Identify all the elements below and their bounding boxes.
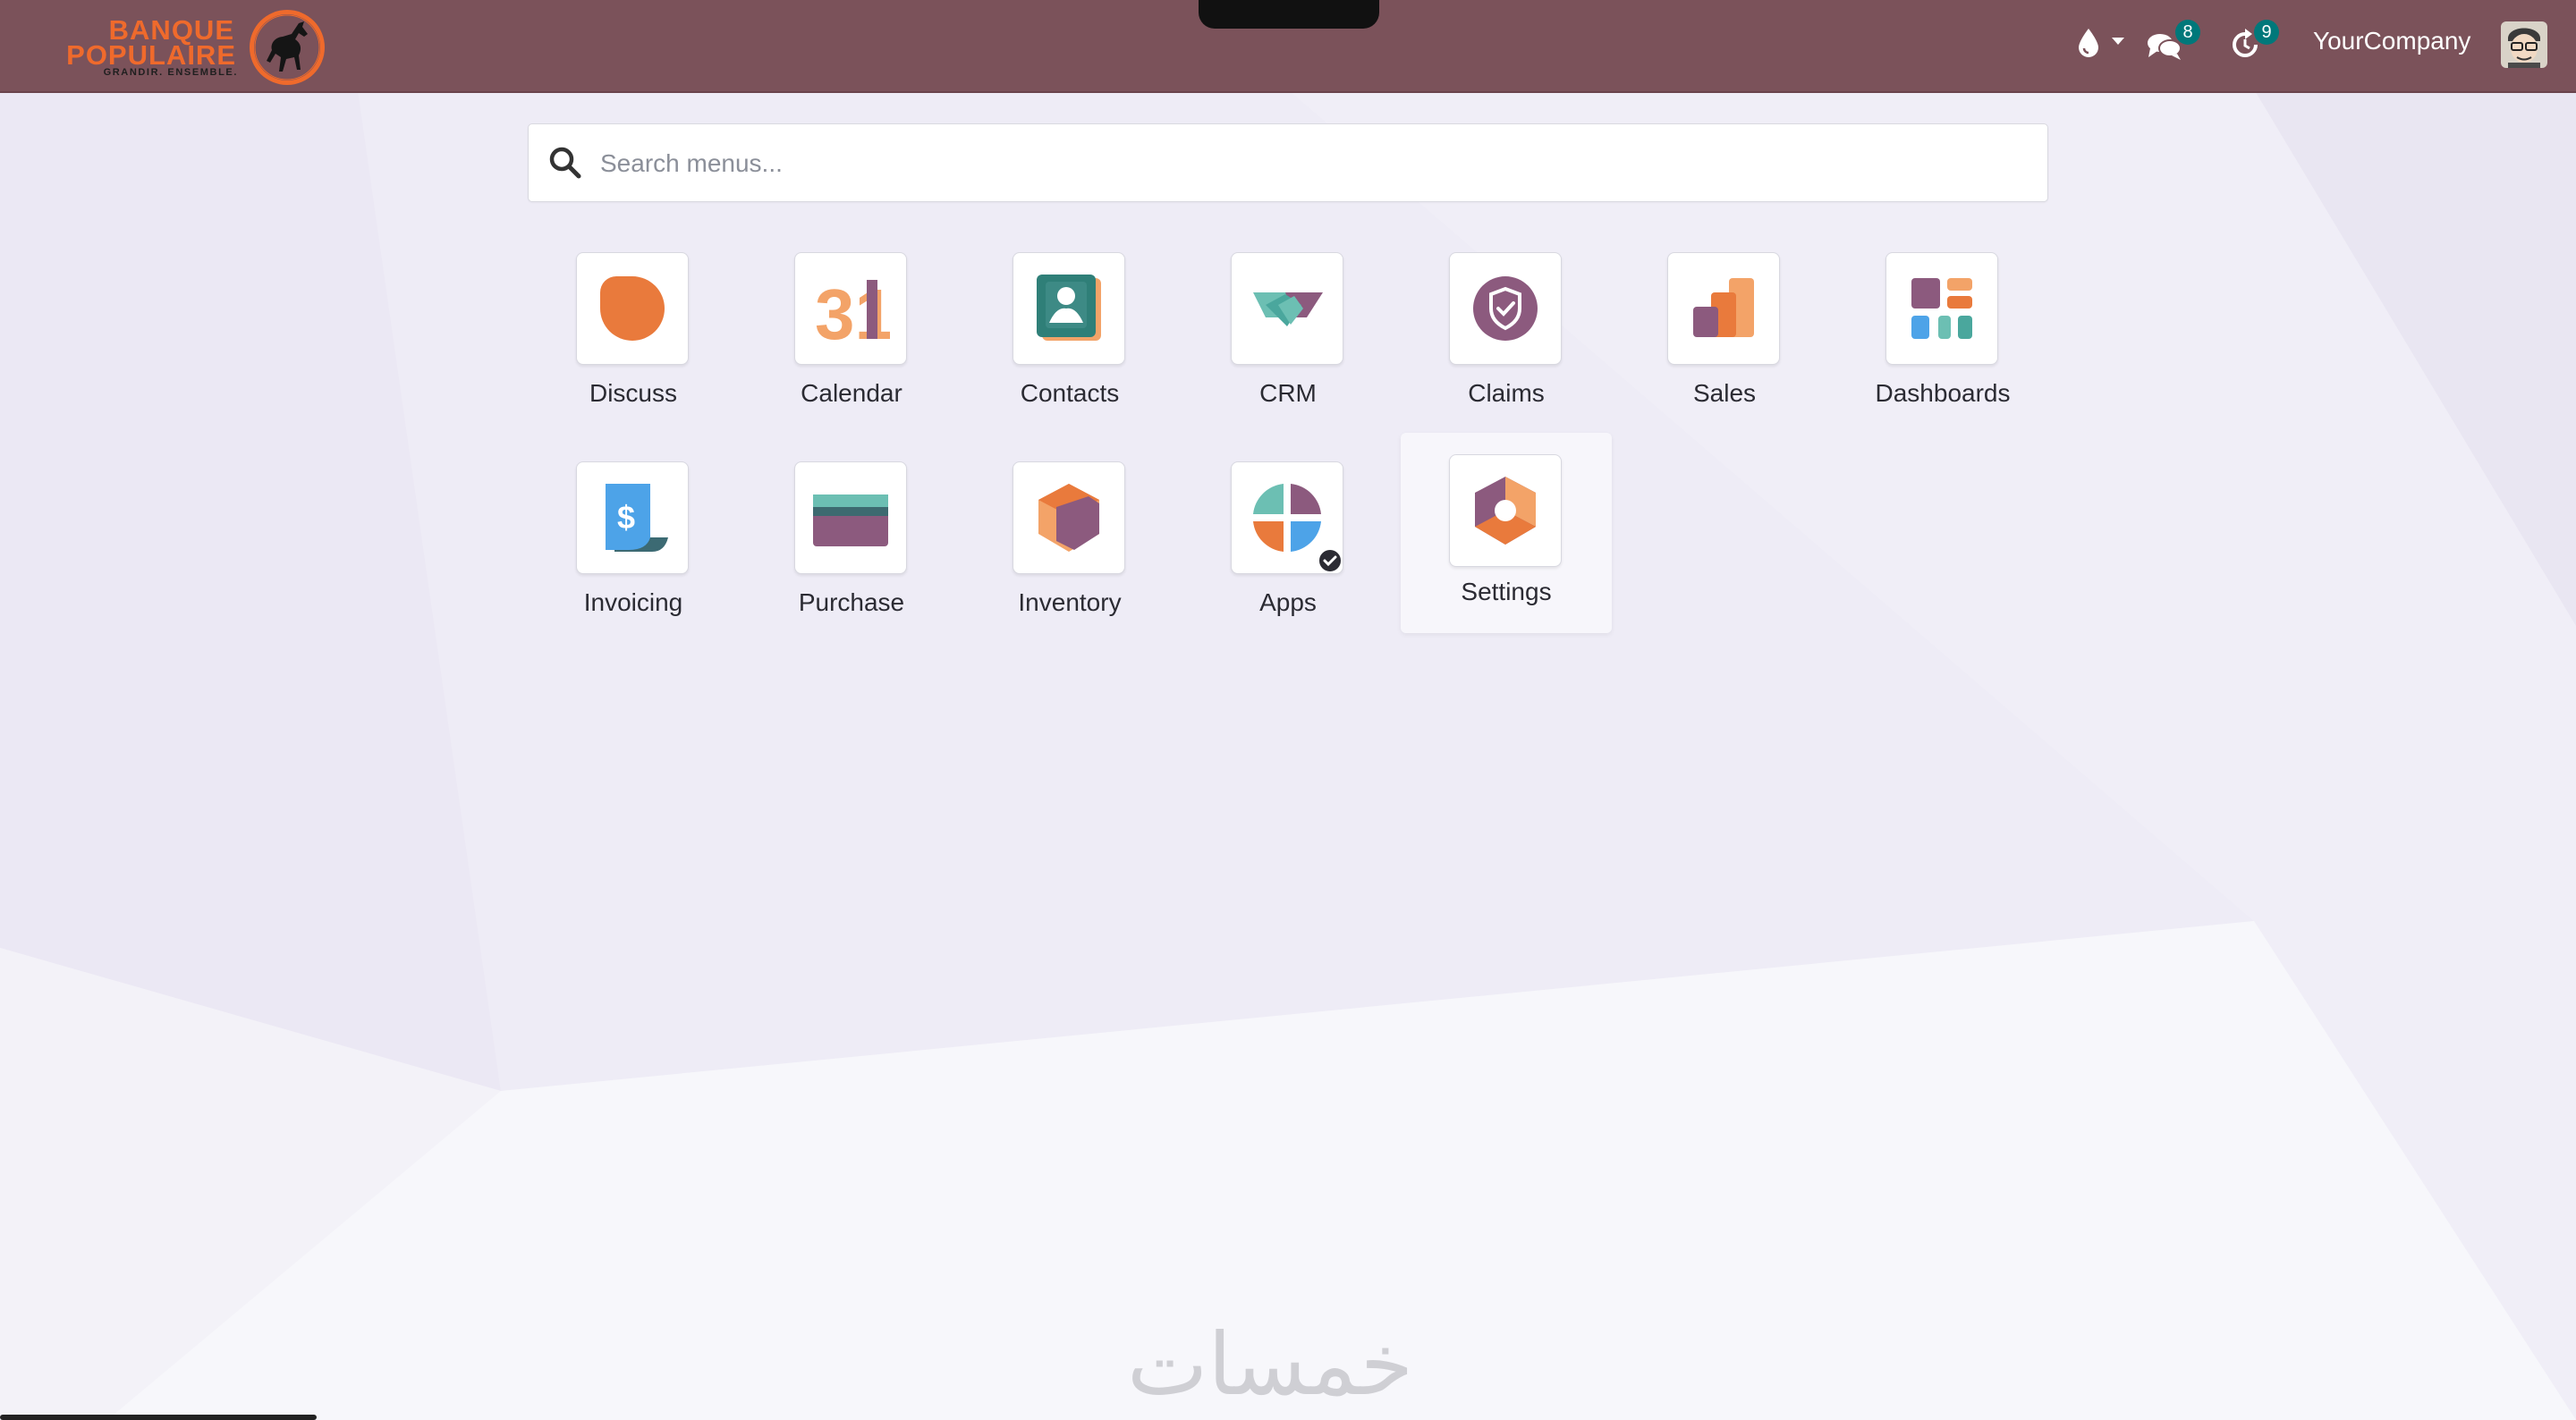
app-sales[interactable]: Sales [1619, 227, 1830, 427]
app-label: Contacts [1020, 379, 1120, 407]
brand-line-2: POPULAIRE [66, 39, 236, 71]
app-calendar[interactable]: 31 Calendar [746, 227, 957, 427]
app-purchase[interactable]: Purchase [746, 436, 957, 637]
apps-icon [1253, 484, 1321, 552]
crm-handshake-icon [1253, 292, 1323, 326]
app-label: Dashboards [1875, 379, 2011, 407]
brand-tagline: GRANDIR. ENSEMBLE. [103, 67, 238, 78]
app-label: Discuss [589, 379, 677, 407]
settings-gear-icon [1475, 477, 1536, 545]
app-apps[interactable]: Apps [1182, 436, 1394, 637]
app-tile[interactable] [576, 252, 689, 365]
search-icon [549, 147, 581, 179]
search-input[interactable] [598, 140, 1997, 187]
app-label: Invoicing [583, 588, 683, 616]
company-switcher[interactable]: YourCompany [2313, 27, 2470, 55]
chevron-down-icon[interactable] [2111, 36, 2125, 46]
app-label: Apps [1259, 588, 1317, 616]
dock-edge [0, 1415, 317, 1420]
app-label: Inventory [1018, 588, 1122, 616]
app-label: Claims [1468, 379, 1545, 407]
user-avatar[interactable] [2501, 21, 2547, 68]
company-logo[interactable]: BANQUE POPULAIRE GRANDIR. ENSEMBLE. [25, 7, 334, 85]
app-tile[interactable] [1231, 461, 1343, 574]
app-inventory[interactable]: Inventory [964, 436, 1175, 637]
app-tile[interactable] [1885, 252, 1998, 365]
app-tile[interactable] [1013, 461, 1125, 574]
app-tile[interactable]: $ [576, 461, 689, 574]
discuss-icon [600, 276, 665, 341]
app-tile[interactable] [1667, 252, 1780, 365]
debug-drop-icon[interactable] [2077, 27, 2100, 59]
messages-badge: 8 [2175, 20, 2200, 45]
installed-check-icon [1318, 548, 1343, 573]
app-label: Purchase [798, 588, 905, 616]
app-label: CRM [1259, 379, 1317, 407]
app-tile[interactable] [1013, 252, 1125, 365]
svg-text:$: $ [617, 499, 635, 536]
app-tile[interactable] [794, 461, 907, 574]
app-dashboards[interactable]: Dashboards [1837, 227, 2048, 427]
inventory-box-icon [1038, 484, 1099, 552]
app-tile[interactable] [1231, 252, 1343, 365]
app-tile[interactable] [1449, 252, 1562, 365]
app-settings[interactable]: Settings [1401, 433, 1612, 633]
app-tile[interactable]: 31 [794, 252, 907, 365]
activities-badge: 9 [2254, 20, 2279, 45]
app-label: Sales [1692, 379, 1757, 407]
app-contacts[interactable]: Contacts [964, 227, 1175, 427]
brand-name: BANQUE POPULAIRE [25, 16, 236, 71]
watermark-logo: خمسات [1127, 1314, 1414, 1415]
svg-text:31: 31 [815, 275, 890, 348]
dashboards-icon [1911, 278, 1972, 339]
app-tile[interactable] [1449, 454, 1562, 567]
app-label: Settings [1461, 578, 1552, 605]
app-crm[interactable]: CRM [1182, 227, 1394, 427]
invoice-icon: $ [606, 484, 668, 552]
sales-bars-icon [1693, 278, 1754, 337]
contacts-icon [1037, 275, 1101, 341]
horse-logo-icon [250, 10, 325, 85]
camera-notch [1199, 0, 1379, 29]
app-claims[interactable]: Claims [1401, 227, 1612, 427]
menu-search-bar[interactable] [528, 123, 2048, 202]
calendar-icon: 31 [815, 275, 890, 348]
shield-check-icon [1473, 276, 1538, 341]
background [0, 0, 2576, 1420]
app-label: Calendar [801, 379, 902, 407]
app-invoicing[interactable]: $ Invoicing [528, 436, 739, 637]
purchase-card-icon [813, 494, 888, 546]
app-discuss[interactable]: Discuss [528, 227, 739, 427]
